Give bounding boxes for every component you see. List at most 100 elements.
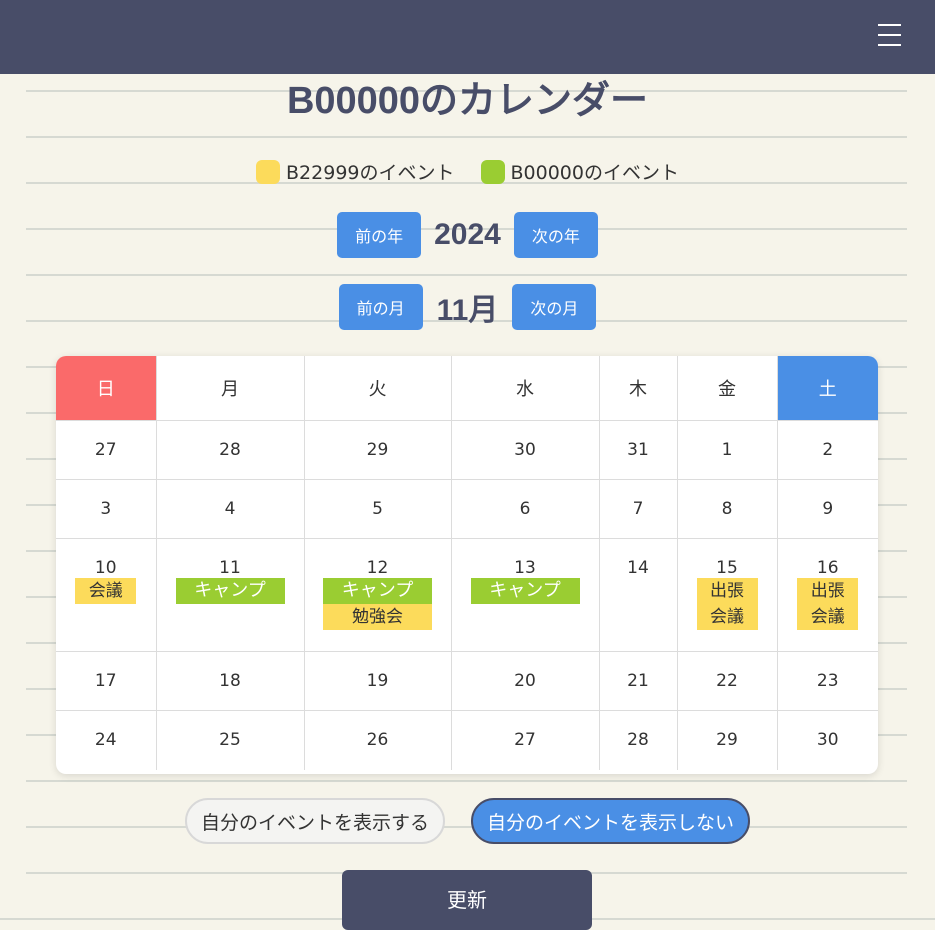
weekday-header-saturday: 土 <box>776 356 878 421</box>
legend-label: B22999のイベント <box>286 162 455 184</box>
day-number: 15 <box>716 558 738 578</box>
calendar-day-cell[interactable]: 17 <box>56 651 157 711</box>
event-chip[interactable]: キャンプ <box>470 578 580 604</box>
calendar-day-cell[interactable]: 21 <box>598 651 678 711</box>
event-chip[interactable]: 出張 <box>797 578 859 604</box>
year-navigation: 前の年 2024 次の年 <box>0 212 935 258</box>
calendar-day-cell[interactable]: 12 キャンプ 勉強会 <box>303 538 452 652</box>
prev-year-button[interactable]: 前の年 <box>337 212 422 258</box>
hamburger-menu-icon[interactable] <box>878 24 901 47</box>
weekday-header-sunday: 日 <box>56 356 157 421</box>
calendar-week-row: 24 25 26 27 28 29 30 <box>56 710 878 770</box>
calendar-day-cell[interactable]: 16 出張 会議 <box>776 538 878 652</box>
ruled-margin-left <box>0 74 26 905</box>
day-number: 23 <box>816 671 839 691</box>
day-number: 8 <box>721 499 733 519</box>
calendar-day-cell[interactable]: 28 <box>598 710 678 770</box>
calendar-day-cell[interactable]: 23 <box>776 651 878 711</box>
calendar-day-cell[interactable]: 30 <box>776 710 878 770</box>
weekday-header-wednesday: 水 <box>450 356 600 421</box>
weekday-header-friday: 金 <box>676 356 778 421</box>
calendar-day-cell[interactable]: 22 <box>676 651 778 711</box>
event-chip[interactable]: 会議 <box>75 578 137 604</box>
calendar-day-cell[interactable]: 29 <box>303 420 452 480</box>
calendar-day-cell[interactable]: 4 <box>155 479 305 539</box>
next-year-button[interactable]: 次の年 <box>513 212 598 258</box>
calendar-day-cell[interactable]: 14 <box>598 538 678 652</box>
calendar-day-cell[interactable]: 1 <box>676 420 778 480</box>
day-number: 29 <box>716 730 738 750</box>
calendar-day-cell[interactable]: 24 <box>56 710 157 770</box>
prev-month-button[interactable]: 前の月 <box>338 284 423 330</box>
calendar-day-cell[interactable]: 18 <box>155 651 305 711</box>
event-chip[interactable]: キャンプ <box>175 578 285 604</box>
calendar-day-cell[interactable]: 11 キャンプ <box>155 538 305 652</box>
weekday-header-tuesday: 火 <box>303 356 452 421</box>
calendar-day-cell[interactable]: 31 <box>598 420 678 480</box>
calendar-week-row: 27 28 29 30 31 1 2 <box>56 420 878 480</box>
day-number: 29 <box>366 440 389 460</box>
show-own-events-button[interactable]: 自分のイベントを表示する <box>184 798 445 844</box>
calendar-day-cell[interactable]: 8 <box>676 479 778 539</box>
day-number: 19 <box>366 671 389 691</box>
calendar-week-row: 10 会議 11 キャンプ 12 キャンプ 勉強会 13 キャンプ 14 15 出張 会議 16 出張 会議 <box>56 538 878 652</box>
day-number: 18 <box>219 671 241 691</box>
event-chip[interactable]: 勉強会 <box>323 604 432 630</box>
weekday-header-monday: 月 <box>155 356 305 421</box>
day-number: 26 <box>366 730 389 750</box>
day-number: 20 <box>514 671 536 691</box>
calendar-day-cell[interactable]: 2 <box>776 420 878 480</box>
day-number: 6 <box>519 499 531 519</box>
day-number: 30 <box>816 730 839 750</box>
calendar-day-cell[interactable]: 10 会議 <box>56 538 157 652</box>
legend: B22999のイベント B00000のイベント <box>0 158 935 185</box>
weekday-header-thursday: 木 <box>598 356 678 421</box>
event-visibility-toggle: 自分のイベントを表示する 自分のイベントを表示しない <box>0 798 935 844</box>
event-chip[interactable]: キャンプ <box>323 578 432 604</box>
day-number: 27 <box>514 730 536 750</box>
day-number: 21 <box>627 671 649 691</box>
calendar-day-cell[interactable]: 25 <box>155 710 305 770</box>
calendar-day-cell[interactable]: 7 <box>598 479 678 539</box>
day-number: 17 <box>94 671 117 691</box>
current-month: 11月 <box>436 294 499 327</box>
day-number: 24 <box>94 730 117 750</box>
day-number: 12 <box>366 558 389 578</box>
legend-label: B00000のイベント <box>510 162 679 184</box>
next-month-button[interactable]: 次の月 <box>512 284 597 330</box>
legend-swatch-yellow <box>256 159 281 184</box>
calendar-day-cell[interactable]: 30 <box>450 420 600 480</box>
day-number: 11 <box>219 558 241 578</box>
event-chip[interactable]: 会議 <box>696 604 758 630</box>
day-number: 16 <box>816 558 839 578</box>
day-number: 31 <box>627 440 649 460</box>
calendar-day-cell[interactable]: 5 <box>303 479 452 539</box>
calendar-day-cell[interactable]: 6 <box>450 479 600 539</box>
calendar-day-cell[interactable]: 26 <box>303 710 452 770</box>
day-number: 30 <box>514 440 536 460</box>
calendar-day-cell[interactable]: 27 <box>56 420 157 480</box>
legend-item-b22999: B22999のイベント <box>256 158 455 185</box>
calendar-day-cell[interactable]: 3 <box>56 479 157 539</box>
day-number: 22 <box>716 671 738 691</box>
hide-own-events-button[interactable]: 自分のイベントを表示しない <box>471 798 751 844</box>
calendar-day-cell[interactable]: 9 <box>776 479 878 539</box>
calendar-day-cell[interactable]: 28 <box>155 420 305 480</box>
top-bar <box>0 0 935 74</box>
day-number: 9 <box>822 499 834 519</box>
event-chip[interactable]: 会議 <box>797 604 859 630</box>
calendar-day-cell[interactable]: 29 <box>676 710 778 770</box>
calendar-day-cell[interactable]: 19 <box>303 651 452 711</box>
day-number: 28 <box>219 440 241 460</box>
legend-swatch-green <box>480 159 505 184</box>
day-number: 3 <box>100 499 112 519</box>
calendar-day-cell[interactable]: 20 <box>450 651 600 711</box>
calendar-day-cell[interactable]: 27 <box>450 710 600 770</box>
calendar-grid: 日 月 火 水 木 金 土 27 28 29 30 31 1 2 3 4 5 6 7 8 9 10 会議 11 キ… <box>56 356 878 774</box>
day-number: 4 <box>224 499 236 519</box>
event-chip[interactable]: 出張 <box>696 578 758 604</box>
calendar-day-cell[interactable]: 15 出張 会議 <box>676 538 778 652</box>
update-button[interactable]: 更新 <box>342 870 592 930</box>
day-number: 7 <box>632 499 644 519</box>
calendar-day-cell[interactable]: 13 キャンプ <box>450 538 600 652</box>
